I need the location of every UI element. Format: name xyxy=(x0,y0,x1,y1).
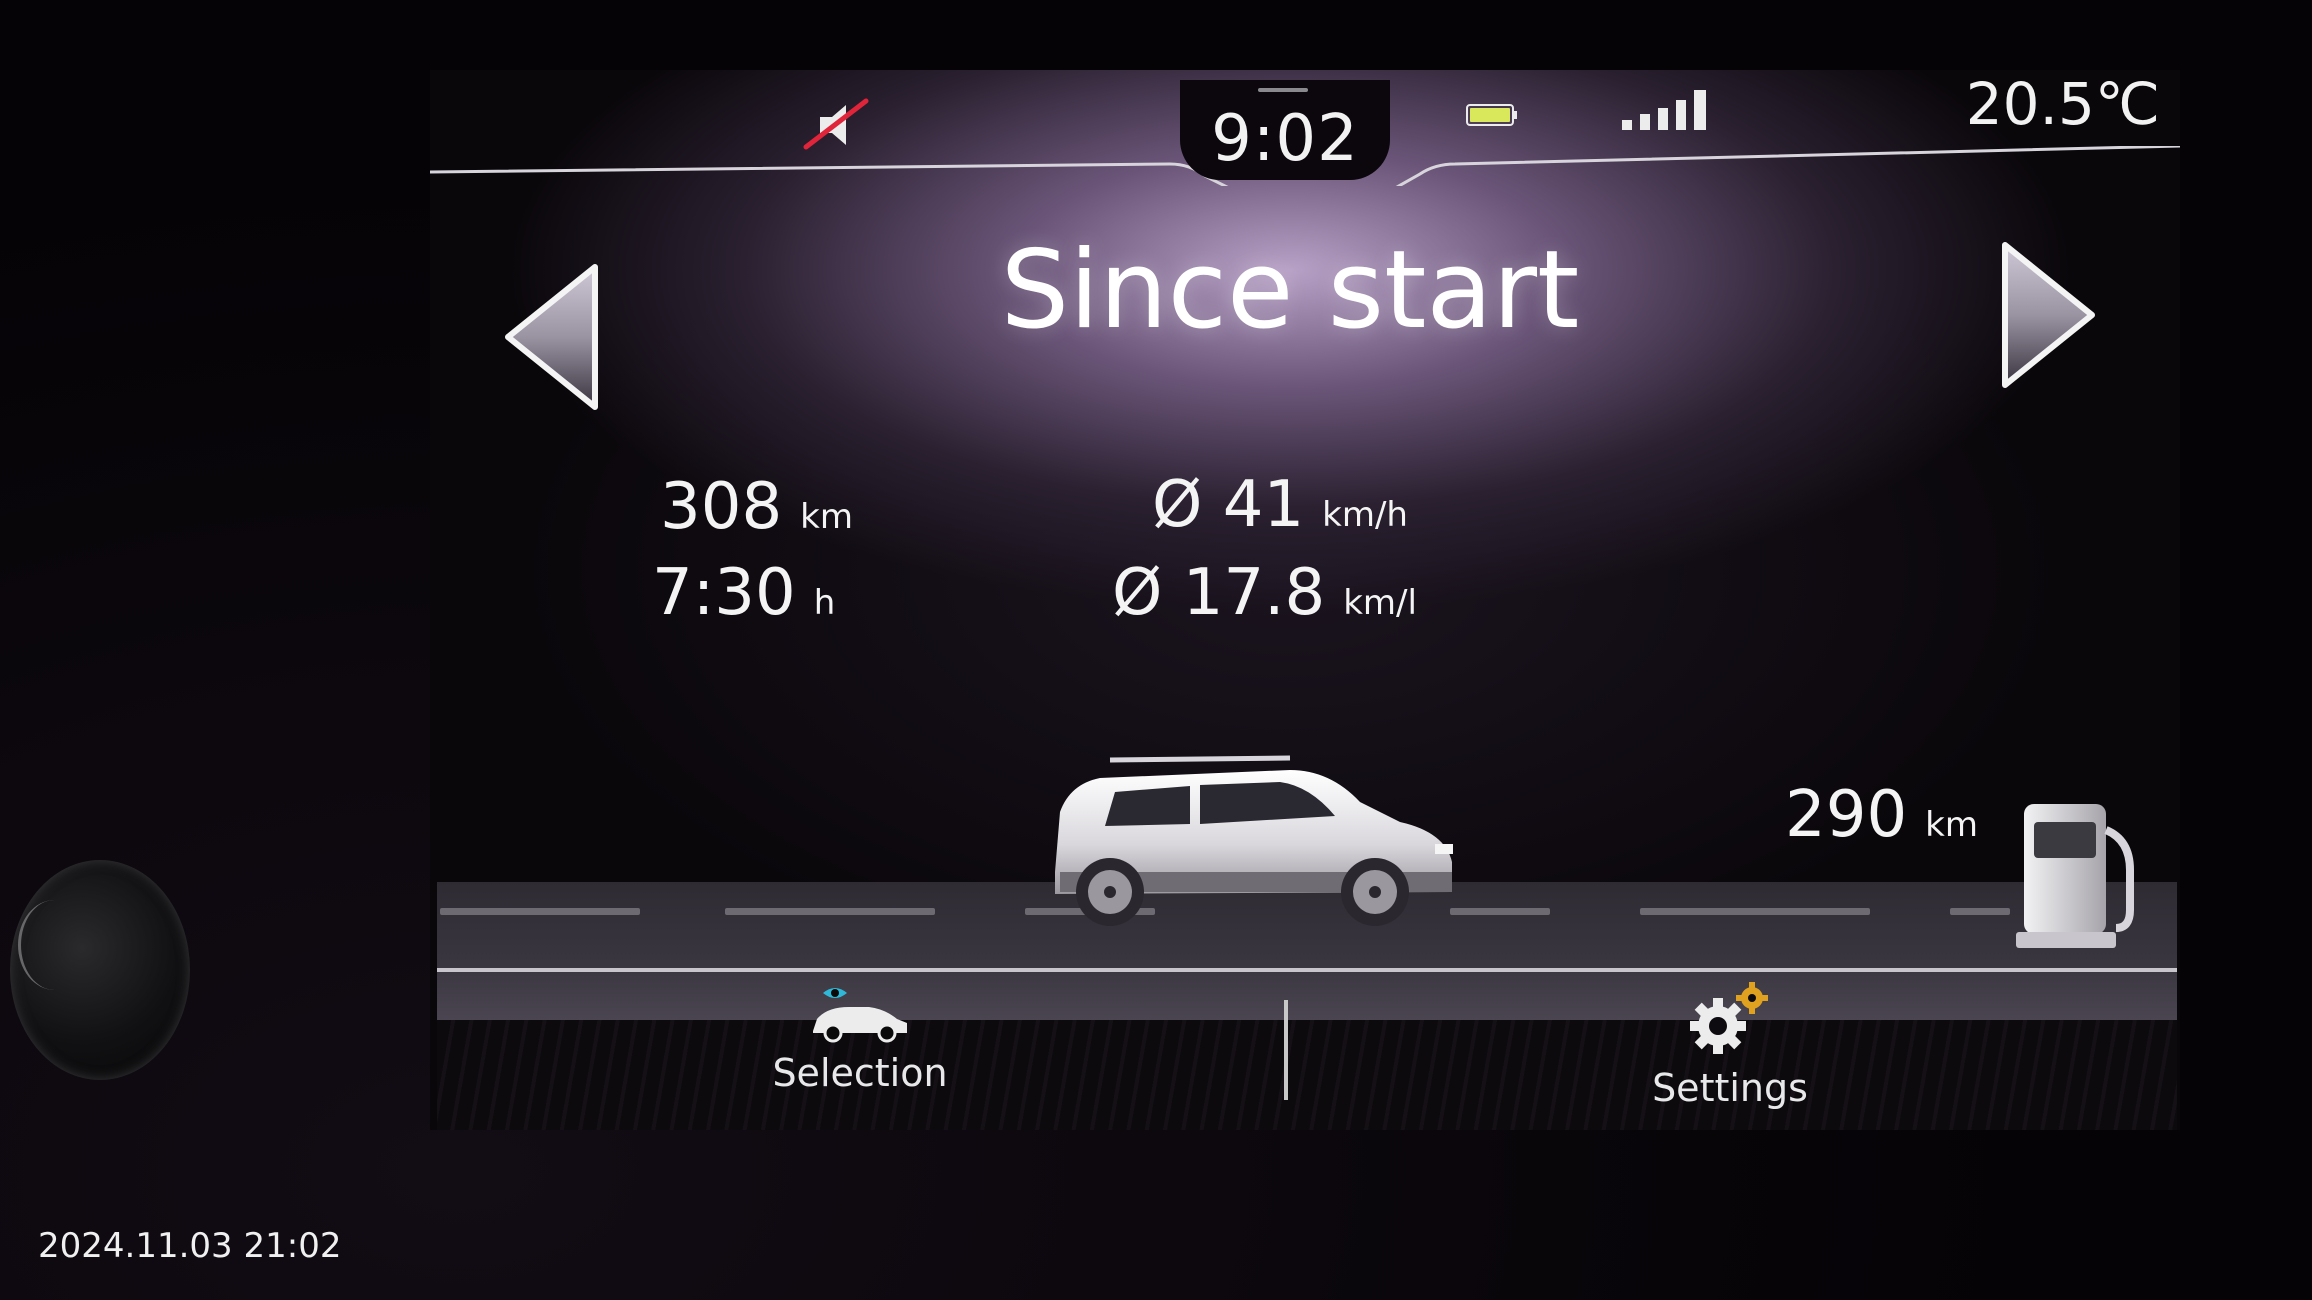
fuel-pump-icon xyxy=(2016,804,2134,948)
signal-icon xyxy=(1622,90,1706,130)
settings-button[interactable]: Settings xyxy=(1620,980,1840,1110)
stat-distance-value: 308 xyxy=(660,470,783,544)
mute-icon[interactable] xyxy=(800,95,870,155)
stat-avg-consumption-unit: km/l xyxy=(1343,583,1417,623)
selection-label: Selection xyxy=(772,1051,948,1095)
range-unit: km xyxy=(1925,805,1978,845)
lane-dash xyxy=(725,908,935,915)
left-arrow-icon[interactable] xyxy=(500,262,605,412)
car-eye-icon xyxy=(813,988,907,1043)
photo-timestamp: 2024.11.03 21:02 xyxy=(38,1226,342,1266)
car-image xyxy=(1055,755,1453,926)
road-edge-line xyxy=(437,968,2177,972)
range-remaining: 290 km xyxy=(1785,778,1978,852)
page-title: Since start xyxy=(1000,228,1580,353)
stat-distance-unit: km xyxy=(800,497,853,537)
clock: 9:02 xyxy=(1211,102,1359,176)
gear-icon xyxy=(1690,982,1768,1054)
stat-avg-speed-unit: km/h xyxy=(1322,495,1408,535)
outside-temperature: 20.5℃ xyxy=(1965,70,2160,138)
lane-dash xyxy=(1950,908,2010,915)
bottom-bar xyxy=(437,1020,2177,1130)
bezel-knob-ring xyxy=(18,900,91,990)
stat-duration-value: 7:30 xyxy=(652,556,796,630)
lane-dash xyxy=(1640,908,1870,915)
stat-avg-speed: Ø 41 km/h xyxy=(1152,468,1408,542)
selection-button[interactable]: Selection xyxy=(760,985,960,1095)
stat-duration-unit: h xyxy=(813,583,836,623)
stat-avg-speed-value: Ø 41 xyxy=(1152,468,1305,542)
stat-avg-consumption-value: Ø 17.8 xyxy=(1112,556,1326,630)
lane-dash xyxy=(440,908,640,915)
clock-notch xyxy=(1258,88,1308,92)
bottom-bar-divider xyxy=(1284,1000,1288,1100)
settings-label: Settings xyxy=(1652,1066,1808,1110)
stat-avg-consumption: Ø 17.8 km/l xyxy=(1112,556,1417,630)
range-value: 290 xyxy=(1785,778,1908,852)
stat-duration: 7:30 h xyxy=(652,556,835,630)
right-arrow-icon[interactable] xyxy=(1995,240,2100,390)
battery-icon xyxy=(1466,104,1517,126)
stat-distance: 308 km xyxy=(660,470,853,544)
